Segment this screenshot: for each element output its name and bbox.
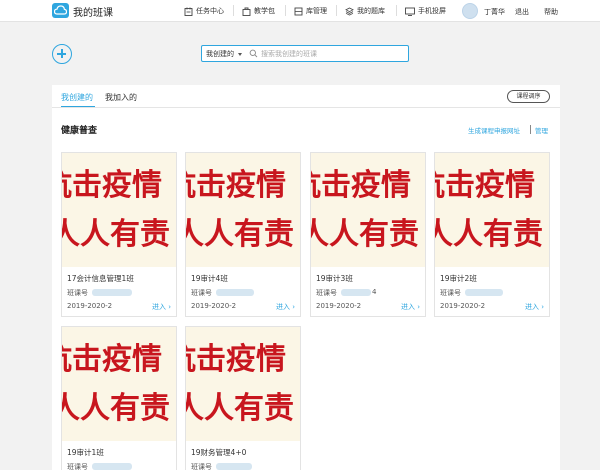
cover-text-line2: 人人有责 (186, 217, 294, 252)
class-term: 2019-2020-2 (67, 302, 113, 310)
class-name: 19财务管理4+0 (191, 448, 247, 457)
class-card[interactable]: 抗击疫情 人人有责 17会计信息管理1班 班课号 2019-2020-2 进入 … (61, 152, 177, 317)
top-header: 我的班课 任务中心 教学包 库管理 我的题库 手机投屏 丁菁华 退出 帮助 (0, 0, 600, 22)
class-code-redacted (465, 289, 503, 296)
nav-divider (285, 5, 286, 16)
class-cover-image: 抗击疫情 人人有责 (186, 153, 300, 267)
enter-class-link[interactable]: 进入 › (276, 302, 295, 312)
search-bar: 我创建的 (201, 45, 409, 62)
class-card[interactable]: 抗击疫情 人人有责 19审计3班 班课号 4 2019-2020-2 进入 › (310, 152, 426, 317)
nav-divider (233, 5, 234, 16)
class-term: 2019-2020-2 (440, 302, 486, 310)
class-name: 19审计1班 (67, 448, 104, 457)
generate-course-link[interactable]: 生成课程申报网址 (468, 125, 520, 135)
nav-phone-cast-label: 手机投屏 (418, 7, 446, 15)
class-code-redacted (92, 463, 132, 470)
class-cover-image: 抗击疫情 人人有责 (311, 153, 425, 267)
class-card[interactable]: 抗击疫情 人人有责 19财务管理4+0 班课号 (185, 326, 301, 470)
class-code-redacted (216, 289, 254, 296)
class-code-label: 班课号 (67, 463, 88, 470)
tab-created[interactable]: 我创建的 (61, 92, 93, 103)
class-panel: 我创建的 我加入的 课程调序 健康普查 生成课程申报网址 管理 抗击疫情 人人有… (52, 85, 560, 470)
cover-text-line2: 人人有责 (62, 217, 170, 252)
class-code-label: 班课号 (316, 289, 337, 297)
app-logo-icon (52, 3, 69, 18)
phone-cast-icon (405, 7, 415, 16)
enter-class-link[interactable]: 进入 › (401, 302, 420, 312)
nav-task-center[interactable]: 任务中心 (184, 0, 224, 22)
class-code-redacted (341, 289, 371, 296)
user-name[interactable]: 丁菁华 (484, 7, 505, 17)
class-card[interactable]: 抗击疫情 人人有责 19审计2班 班课号 2019-2020-2 进入 › (434, 152, 550, 317)
class-name: 19审计3班 (316, 274, 353, 283)
nav-question-bank[interactable]: 我的题库 (345, 0, 385, 22)
class-cover-image: 抗击疫情 人人有责 (186, 327, 300, 441)
nav-task-center-label: 任务中心 (196, 7, 224, 15)
cover-text-line1: 抗击疫情 (62, 342, 162, 377)
question-bank-icon (345, 7, 354, 16)
class-term: 2019-2020-2 (191, 302, 237, 310)
app-title: 我的班课 (73, 8, 113, 19)
cover-text-line2: 人人有责 (435, 217, 543, 252)
class-code-label: 班课号 (440, 289, 461, 297)
library-icon (294, 7, 303, 15)
search-icon[interactable] (249, 49, 258, 58)
cover-text-line1: 抗击疫情 (311, 168, 411, 203)
nav-library-label: 库管理 (306, 7, 327, 15)
class-name: 17会计信息管理1班 (67, 274, 134, 283)
cover-text-line2: 人人有责 (186, 391, 294, 426)
tabs-divider (52, 107, 560, 108)
chevron-down-icon[interactable] (238, 53, 242, 56)
class-name: 19审计2班 (440, 274, 477, 283)
enter-class-link[interactable]: 进入 › (525, 302, 544, 312)
class-code-redacted (92, 289, 132, 296)
teaching-package-icon (242, 7, 251, 16)
cover-text-line1: 抗击疫情 (186, 342, 286, 377)
course-sort-button[interactable]: 课程调序 (507, 90, 550, 103)
nav-divider (396, 5, 397, 16)
class-name: 19审计4班 (191, 274, 228, 283)
cover-text-line1: 抗击疫情 (186, 168, 286, 203)
cover-text-line2: 人人有责 (62, 391, 170, 426)
user-avatar[interactable] (462, 3, 478, 19)
cover-text-line1: 抗击疫情 (62, 168, 162, 203)
class-code-redacted (216, 463, 252, 470)
class-cover-image: 抗击疫情 人人有责 (435, 153, 549, 267)
link-divider (530, 125, 531, 134)
create-class-button[interactable] (52, 44, 72, 64)
class-code-label: 班课号 (67, 289, 88, 297)
nav-library[interactable]: 库管理 (294, 0, 327, 22)
class-code-label: 班课号 (191, 289, 212, 297)
group-title: 健康普查 (61, 126, 98, 136)
search-input[interactable] (261, 48, 401, 59)
nav-teaching-package-label: 教学包 (254, 7, 275, 15)
nav-phone-cast[interactable]: 手机投屏 (405, 0, 446, 22)
class-card[interactable]: 抗击疫情 人人有责 19审计4班 班课号 2019-2020-2 进入 › (185, 152, 301, 317)
class-code-label: 班课号 (191, 463, 212, 470)
task-center-icon (184, 7, 193, 16)
tab-joined[interactable]: 我加入的 (105, 92, 137, 103)
help-link[interactable]: 帮助 (544, 7, 558, 17)
class-cover-image: 抗击疫情 人人有责 (62, 327, 176, 441)
nav-teaching-package[interactable]: 教学包 (242, 0, 275, 22)
class-cover-image: 抗击疫情 人人有责 (62, 153, 176, 267)
nav-question-bank-label: 我的题库 (357, 7, 385, 15)
class-term: 2019-2020-2 (316, 302, 362, 310)
class-code-tail: 4 (372, 288, 377, 296)
manage-group-link[interactable]: 管理 (535, 125, 548, 135)
logout-link[interactable]: 退出 (515, 7, 529, 17)
enter-class-link[interactable]: 进入 › (152, 302, 171, 312)
search-scope-select[interactable]: 我创建的 (206, 49, 234, 59)
class-card[interactable]: 抗击疫情 人人有责 19审计1班 班课号 (61, 326, 177, 470)
nav-divider (336, 5, 337, 16)
cover-text-line1: 抗击疫情 (435, 168, 535, 203)
cover-text-line2: 人人有责 (311, 217, 419, 252)
